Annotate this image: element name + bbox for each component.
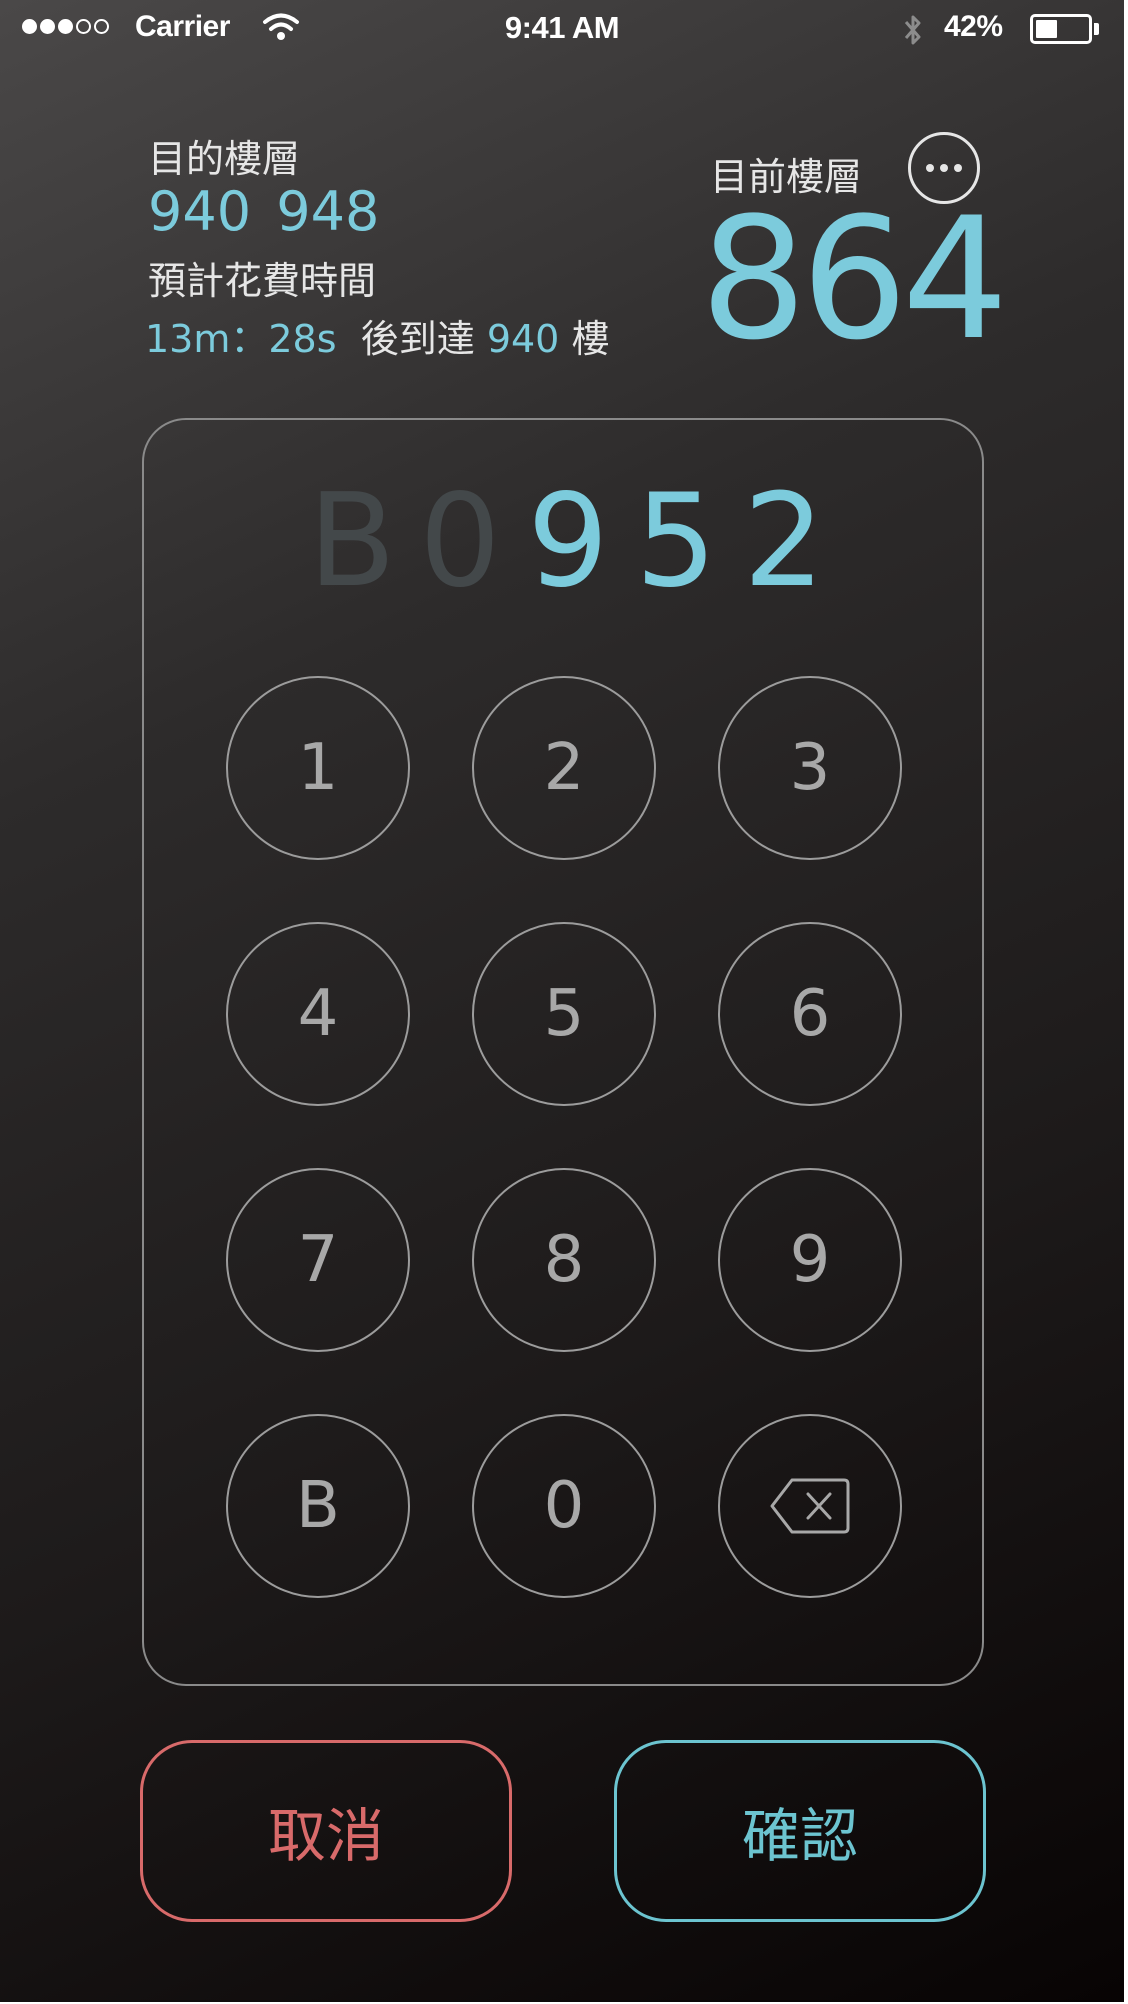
eta-floor: 940 [486,317,560,361]
status-bar: Carrier 9:41 AM 42% [0,0,1124,60]
confirm-button[interactable]: 確認 [614,1740,986,1922]
key-9[interactable]: 9 [718,1168,902,1352]
input-digit: B [308,467,396,616]
input-digit: 9 [527,467,609,616]
elevator-screen: Carrier 9:41 AM 42% 目的樓層 940 948 預計花費時間 … [0,0,1124,2002]
battery-percent: 42% [944,10,1003,43]
input-digit: 2 [743,467,825,616]
eta-time: 13m：28s [145,317,337,361]
eta-line: 13m：28s 後到達 940 樓 [145,308,609,363]
key-8[interactable]: 8 [472,1168,656,1352]
eta-floor-suffix: 樓 [571,317,610,361]
destination-floors: 940 948 [148,180,380,243]
bluetooth-icon [904,15,921,45]
battery-icon [1030,14,1092,44]
key-7[interactable]: 7 [226,1168,410,1352]
input-digit: 5 [635,467,717,616]
eta-label: 預計花費時間 [148,259,377,303]
destination-label: 目的樓層 [148,137,301,181]
edge-strip [1124,0,1128,2004]
current-floor-value: 864 [700,181,1009,377]
key-4[interactable]: 4 [226,922,410,1106]
input-digit: 0 [419,467,501,616]
key-5[interactable]: 5 [472,922,656,1106]
key-0[interactable]: 0 [472,1414,656,1598]
key-6[interactable]: 6 [718,922,902,1106]
backspace-button[interactable] [718,1414,902,1598]
floor-input-display: B 0 9 5 2 [0,472,1124,612]
key-2[interactable]: 2 [472,676,656,860]
eta-arrive-text: 後到達 [360,317,475,361]
key-basement[interactable]: B [226,1414,410,1598]
battery-level-fill [1036,20,1057,38]
cancel-button[interactable]: 取消 [140,1740,512,1922]
backspace-icon [770,1478,850,1534]
key-1[interactable]: 1 [226,676,410,860]
key-3[interactable]: 3 [718,676,902,860]
battery-nub [1094,23,1099,35]
